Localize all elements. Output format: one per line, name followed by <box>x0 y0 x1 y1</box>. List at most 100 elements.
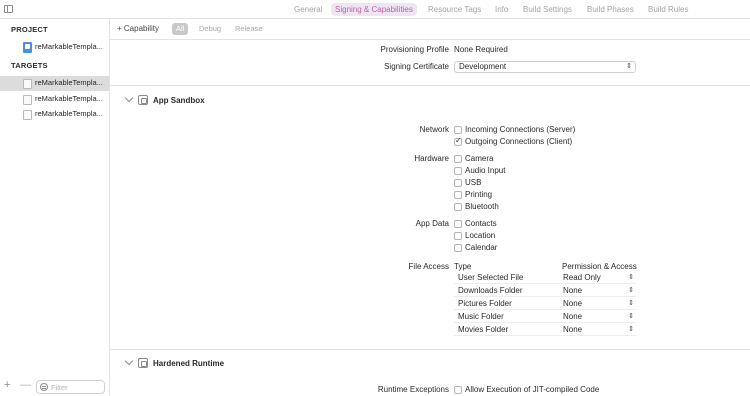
sidebar-item-label: reMarkableTempla... <box>35 109 103 118</box>
checkbox[interactable] <box>454 244 462 252</box>
section-divider <box>110 349 750 350</box>
network-label: Network <box>419 125 449 134</box>
popup-chevron-icon: ⇕ <box>628 274 634 281</box>
tab-build-rules[interactable]: Build Rules <box>644 3 692 16</box>
tab-info[interactable]: Info <box>491 3 512 16</box>
tab-build-phases[interactable]: Build Phases <box>583 3 638 16</box>
checkbox[interactable] <box>454 220 462 228</box>
file-access-type: Movies Folder <box>458 325 509 334</box>
file-access-type-header: Type <box>454 262 472 271</box>
sidebar-target-item[interactable]: reMarkableTempla... <box>0 92 109 107</box>
signing-certificate-popup[interactable]: Development ⇕ <box>454 61 636 73</box>
target-icon <box>23 79 32 89</box>
checkbox-label: Allow Execution of JIT-compiled Code <box>465 385 600 394</box>
file-access-type: Music Folder <box>458 312 504 321</box>
target-icon <box>23 95 32 105</box>
tab-signing-capabilities[interactable]: Signing & Capabilities <box>331 3 417 16</box>
filter-debug[interactable]: Debug <box>195 23 225 35</box>
tab-resource-tags[interactable]: Resource Tags <box>424 3 485 16</box>
sidebar-toggle-icon[interactable] <box>4 5 13 13</box>
checkbox[interactable] <box>454 191 462 199</box>
file-access-row: Downloads Folder None ⇕ <box>454 284 636 297</box>
project-navigator: PROJECT reMarkableTempla... TARGETS reMa… <box>0 19 110 396</box>
file-access-permission-popup[interactable]: None ⇕ <box>563 325 636 334</box>
tab-general[interactable]: General <box>290 3 326 16</box>
file-access-type: User Selected File <box>458 273 524 282</box>
signing-certificate-value: Development <box>459 62 507 71</box>
checkbox[interactable] <box>454 179 462 187</box>
checkbox[interactable] <box>454 386 462 394</box>
capability-bar: + Capability All Debug Release <box>110 19 750 40</box>
popup-chevron-icon: ⇕ <box>628 326 634 333</box>
signing-certificate-label: Signing Certificate <box>384 62 449 71</box>
sidebar-footer: + — Filter <box>0 378 109 396</box>
checkbox-label: Calendar <box>465 243 498 252</box>
app-sandbox-title: App Sandbox <box>153 96 205 105</box>
filter-release[interactable]: Release <box>231 23 267 35</box>
filter-placeholder: Filter <box>51 383 68 392</box>
popup-chevron-icon: ⇕ <box>628 287 634 294</box>
checkbox[interactable] <box>454 203 462 211</box>
permission-value: None <box>563 299 583 308</box>
popup-chevron-icon: ⇕ <box>628 313 634 320</box>
sidebar-item-label: reMarkableTempla... <box>35 42 103 51</box>
sidebar-item-label: reMarkableTempla... <box>35 78 103 87</box>
file-access-permission-popup[interactable]: Read Only ⇕ <box>563 273 636 282</box>
filter-icon <box>40 383 48 391</box>
sidebar-target-item[interactable]: reMarkableTempla... <box>0 76 109 91</box>
sidebar-item-label: reMarkableTempla... <box>35 94 103 103</box>
checkbox[interactable] <box>454 167 462 175</box>
tab-build-settings[interactable]: Build Settings <box>519 3 576 16</box>
checkbox-label: Location <box>465 231 496 240</box>
checkbox-label: Contacts <box>465 219 497 228</box>
file-access-row: User Selected File Read Only ⇕ <box>454 271 636 284</box>
checkbox[interactable] <box>454 155 462 163</box>
section-divider <box>110 85 750 86</box>
provisioning-profile-value: None Required <box>454 45 508 54</box>
provisioning-profile-label: Provisioning Profile <box>380 45 449 54</box>
permission-value: None <box>563 325 583 334</box>
checkbox-label: Bluetooth <box>465 202 499 211</box>
disclosure-chevron-icon[interactable] <box>124 93 134 103</box>
checkbox-label: USB <box>465 178 482 187</box>
disclosure-chevron-icon[interactable] <box>124 356 134 366</box>
runtime-exceptions-label: Runtime Exceptions <box>377 385 449 394</box>
targets-header: TARGETS <box>11 61 48 70</box>
target-icon <box>23 110 32 120</box>
popup-chevron-icon: ⇕ <box>628 300 634 307</box>
project-header: PROJECT <box>11 25 48 34</box>
hardened-runtime-title: Hardened Runtime <box>153 359 225 368</box>
checkbox[interactable] <box>454 126 462 134</box>
permission-value: None <box>563 312 583 321</box>
file-access-type: Pictures Folder <box>458 299 512 308</box>
checkbox-label: Incoming Connections (Server) <box>465 125 576 134</box>
file-access-permission-popup[interactable]: None ⇕ <box>563 299 636 308</box>
project-file-icon <box>23 42 32 53</box>
sidebar-project-item[interactable]: reMarkableTempla... <box>0 40 109 55</box>
file-access-permission-popup[interactable]: None ⇕ <box>563 286 636 295</box>
permission-value: Read Only <box>563 273 601 282</box>
file-access-row: Music Folder None ⇕ <box>454 310 636 323</box>
remove-target-button[interactable]: — <box>20 379 31 391</box>
checkbox-label: Printing <box>465 190 493 199</box>
permission-value: None <box>563 286 583 295</box>
checkbox-label: Outgoing Connections (Client) <box>465 137 573 146</box>
sidebar-target-item[interactable]: reMarkableTempla... <box>0 107 109 122</box>
hardware-label: Hardware <box>414 154 449 163</box>
checkbox-label: Audio Input <box>465 166 506 175</box>
sidebar-filter-field[interactable]: Filter <box>36 380 105 394</box>
editor-tab-bar: General Signing & Capabilities Resource … <box>0 0 750 19</box>
add-target-button[interactable]: + <box>4 379 10 391</box>
popup-chevron-icon: ⇕ <box>626 63 632 70</box>
file-access-label: File Access <box>408 262 449 271</box>
capabilities-editor: Provisioning Profile None Required Signi… <box>110 40 750 396</box>
file-access-row: Pictures Folder None ⇕ <box>454 297 636 310</box>
checkbox[interactable] <box>454 232 462 240</box>
add-capability-button[interactable]: + Capability <box>117 24 159 33</box>
file-access-permission-header: Permission & Access <box>562 262 637 271</box>
filter-all[interactable]: All <box>172 23 189 35</box>
checkbox-label: Camera <box>465 154 494 163</box>
checkbox[interactable] <box>454 136 462 146</box>
file-access-permission-popup[interactable]: None ⇕ <box>563 312 636 321</box>
app-data-label: App Data <box>415 219 449 228</box>
